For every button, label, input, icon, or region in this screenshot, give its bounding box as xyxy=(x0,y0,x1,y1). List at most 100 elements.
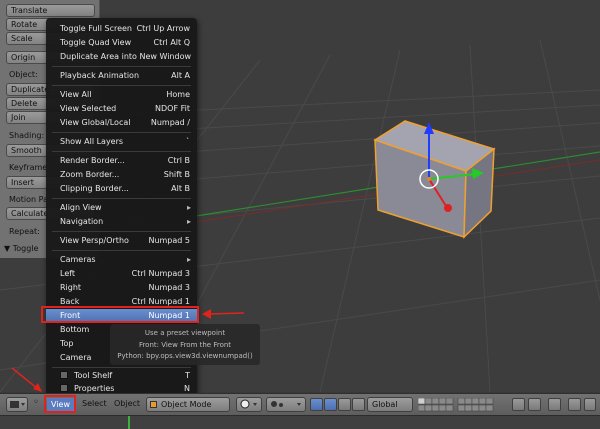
layer-icon[interactable] xyxy=(417,397,498,412)
shading-sphere-glyph xyxy=(240,399,257,409)
menu-separator xyxy=(52,132,191,133)
menu-separator xyxy=(52,151,191,152)
select-menu[interactable]: Select xyxy=(82,399,107,408)
submenu-arrow-icon: ▸ xyxy=(186,255,191,264)
menu-toggle-icon[interactable]: ◦ xyxy=(33,397,39,408)
current-frame-marker[interactable] xyxy=(128,416,130,429)
menu-item-label: Duplicate Area into New Window xyxy=(60,52,192,61)
editor-type-glyph xyxy=(10,401,25,408)
menu-item-view-persp-ortho[interactable]: View Persp/Ortho Numpad 5 xyxy=(46,234,197,247)
render-icon[interactable] xyxy=(568,398,581,411)
menu-item-shortcut: Numpad / xyxy=(150,118,190,127)
menu-item-label: Right xyxy=(60,283,82,292)
pivot-glyph xyxy=(271,401,301,407)
checkbox-icon[interactable] xyxy=(60,371,68,379)
menu-item-right[interactable]: Right Numpad 3 xyxy=(46,281,197,294)
menu-item-shortcut: ` xyxy=(186,137,190,146)
menu-item-label: Zoom Border... xyxy=(60,170,120,179)
menu-item-view-global-local[interactable]: View Global/Local Numpad / xyxy=(46,116,197,129)
menu-item-tool-shelf[interactable]: Tool Shelf T xyxy=(46,369,197,382)
menu-item-shortcut: NDOF Fit xyxy=(155,104,190,113)
shading-section-label: Shading: xyxy=(9,131,45,140)
toggle-panel-header[interactable]: ▼ Toggle xyxy=(4,244,38,253)
menu-item-view-selected[interactable]: View Selected NDOF Fit xyxy=(46,102,197,115)
menu-item-label: Cameras xyxy=(60,255,96,264)
timeline-strip[interactable] xyxy=(0,415,600,429)
mode-label: Object Mode xyxy=(161,400,212,409)
menu-item-label: Top xyxy=(60,339,74,348)
menu-item-navigation[interactable]: Navigation ▸ xyxy=(46,215,197,228)
keyframes-section-label: Keyframe xyxy=(9,163,48,172)
menu-item-shortcut: Numpad 3 xyxy=(148,283,190,292)
layer-grid-glyph xyxy=(417,397,494,412)
menu-item-label: Bottom xyxy=(60,325,90,334)
pivot-icon[interactable] xyxy=(266,397,306,412)
menu-item-label: View Global/Local xyxy=(60,118,131,127)
menu-item-zoom-border[interactable]: Zoom Border... Shift B xyxy=(46,168,197,181)
menu-item-label: Show All Layers xyxy=(60,137,124,146)
menu-item-playback-animation[interactable]: Playback Animation Alt A xyxy=(46,69,197,82)
menu-item-label: View All xyxy=(60,90,92,99)
menu-item-shortcut: Ctrl B xyxy=(167,156,190,165)
repeat-section-label: Repeat: xyxy=(9,227,40,236)
menu-separator xyxy=(52,250,191,251)
menu-item-shortcut: Ctrl Up Arrow xyxy=(136,24,190,33)
scale-icon[interactable] xyxy=(352,398,365,411)
menu-item-clipping-border[interactable]: Clipping Border... Alt B xyxy=(46,182,197,195)
menu-item-label: View Selected xyxy=(60,104,117,113)
editor-type-icon[interactable] xyxy=(6,397,28,412)
mode-selector[interactable]: Object Mode xyxy=(146,397,230,412)
menu-item-show-all-layers[interactable]: Show All Layers ` xyxy=(46,135,197,148)
menu-item-shortcut: Alt A xyxy=(171,71,190,80)
front-highlight-annotation xyxy=(41,306,199,323)
menu-separator xyxy=(52,66,191,67)
render-anim-icon[interactable] xyxy=(584,398,596,411)
tooltip: Use a preset viewpoint Front: View From … xyxy=(110,324,260,365)
menu-item-duplicate-area[interactable]: Duplicate Area into New Window xyxy=(46,50,197,63)
tooltip-line-description: Use a preset viewpoint xyxy=(144,329,226,337)
menu-item-render-border[interactable]: Render Border... Ctrl B xyxy=(46,154,197,167)
menu-item-left[interactable]: Left Ctrl Numpad 3 xyxy=(46,267,197,280)
viewport-header: ◦ Select Object Object Mode Global xyxy=(0,393,600,415)
menu-item-label: Toggle Full Screen xyxy=(60,24,132,33)
mode-object-icon xyxy=(150,401,157,408)
snap-icon[interactable] xyxy=(528,398,541,411)
rotate-icon[interactable] xyxy=(338,398,351,411)
menu-item-toggle-full-screen[interactable]: Toggle Full Screen Ctrl Up Arrow xyxy=(46,22,197,35)
menu-item-shortcut: Ctrl Numpad 3 xyxy=(131,269,190,278)
translate-icon[interactable] xyxy=(324,398,337,411)
menu-item-label: Render Border... xyxy=(60,156,125,165)
object-section-label: Object: xyxy=(9,70,38,79)
menu-item-shortcut: Numpad 5 xyxy=(148,236,190,245)
menu-separator xyxy=(52,85,191,86)
menu-item-label: View Persp/Ortho xyxy=(60,236,129,245)
view-highlight-annotation xyxy=(44,395,76,413)
motion-paths-section-label: Motion Pa xyxy=(9,195,49,204)
menu-item-toggle-quad-view[interactable]: Toggle Quad View Ctrl Alt Q xyxy=(46,36,197,49)
submenu-arrow-icon: ▸ xyxy=(186,217,191,226)
menu-item-label: Left xyxy=(60,269,76,278)
orientation-label: Global xyxy=(372,400,398,409)
menu-item-shortcut: Shift B xyxy=(163,170,190,179)
menu-separator xyxy=(52,367,191,368)
menu-item-label: Navigation xyxy=(60,217,104,226)
snap-target-icon[interactable] xyxy=(548,398,561,411)
menu-item-shortcut: T xyxy=(185,371,190,380)
menu-item-shortcut: Alt B xyxy=(171,184,190,193)
object-menu[interactable]: Object xyxy=(114,399,140,408)
menu-item-label: Toggle Quad View xyxy=(60,38,132,47)
tooltip-line-front: Front: View From the Front xyxy=(138,341,232,349)
lock-icon[interactable] xyxy=(512,398,525,411)
menu-item-shortcut: Ctrl Alt Q xyxy=(153,38,190,47)
checkbox-icon[interactable] xyxy=(60,384,68,392)
menu-item-cameras[interactable]: Cameras ▸ xyxy=(46,253,197,266)
menu-item-view-all[interactable]: View All Home xyxy=(46,88,197,101)
translate-button[interactable]: Translate xyxy=(6,4,95,17)
manipulator-icon[interactable] xyxy=(310,398,323,411)
viewport-shading-icon[interactable] xyxy=(236,397,262,412)
orientation-selector[interactable]: Global xyxy=(367,397,413,412)
menu-item-label: Camera xyxy=(60,353,92,362)
menu-item-label: Clipping Border... xyxy=(60,184,129,193)
menu-item-align-view[interactable]: Align View ▸ xyxy=(46,201,197,214)
menu-separator xyxy=(52,198,191,199)
